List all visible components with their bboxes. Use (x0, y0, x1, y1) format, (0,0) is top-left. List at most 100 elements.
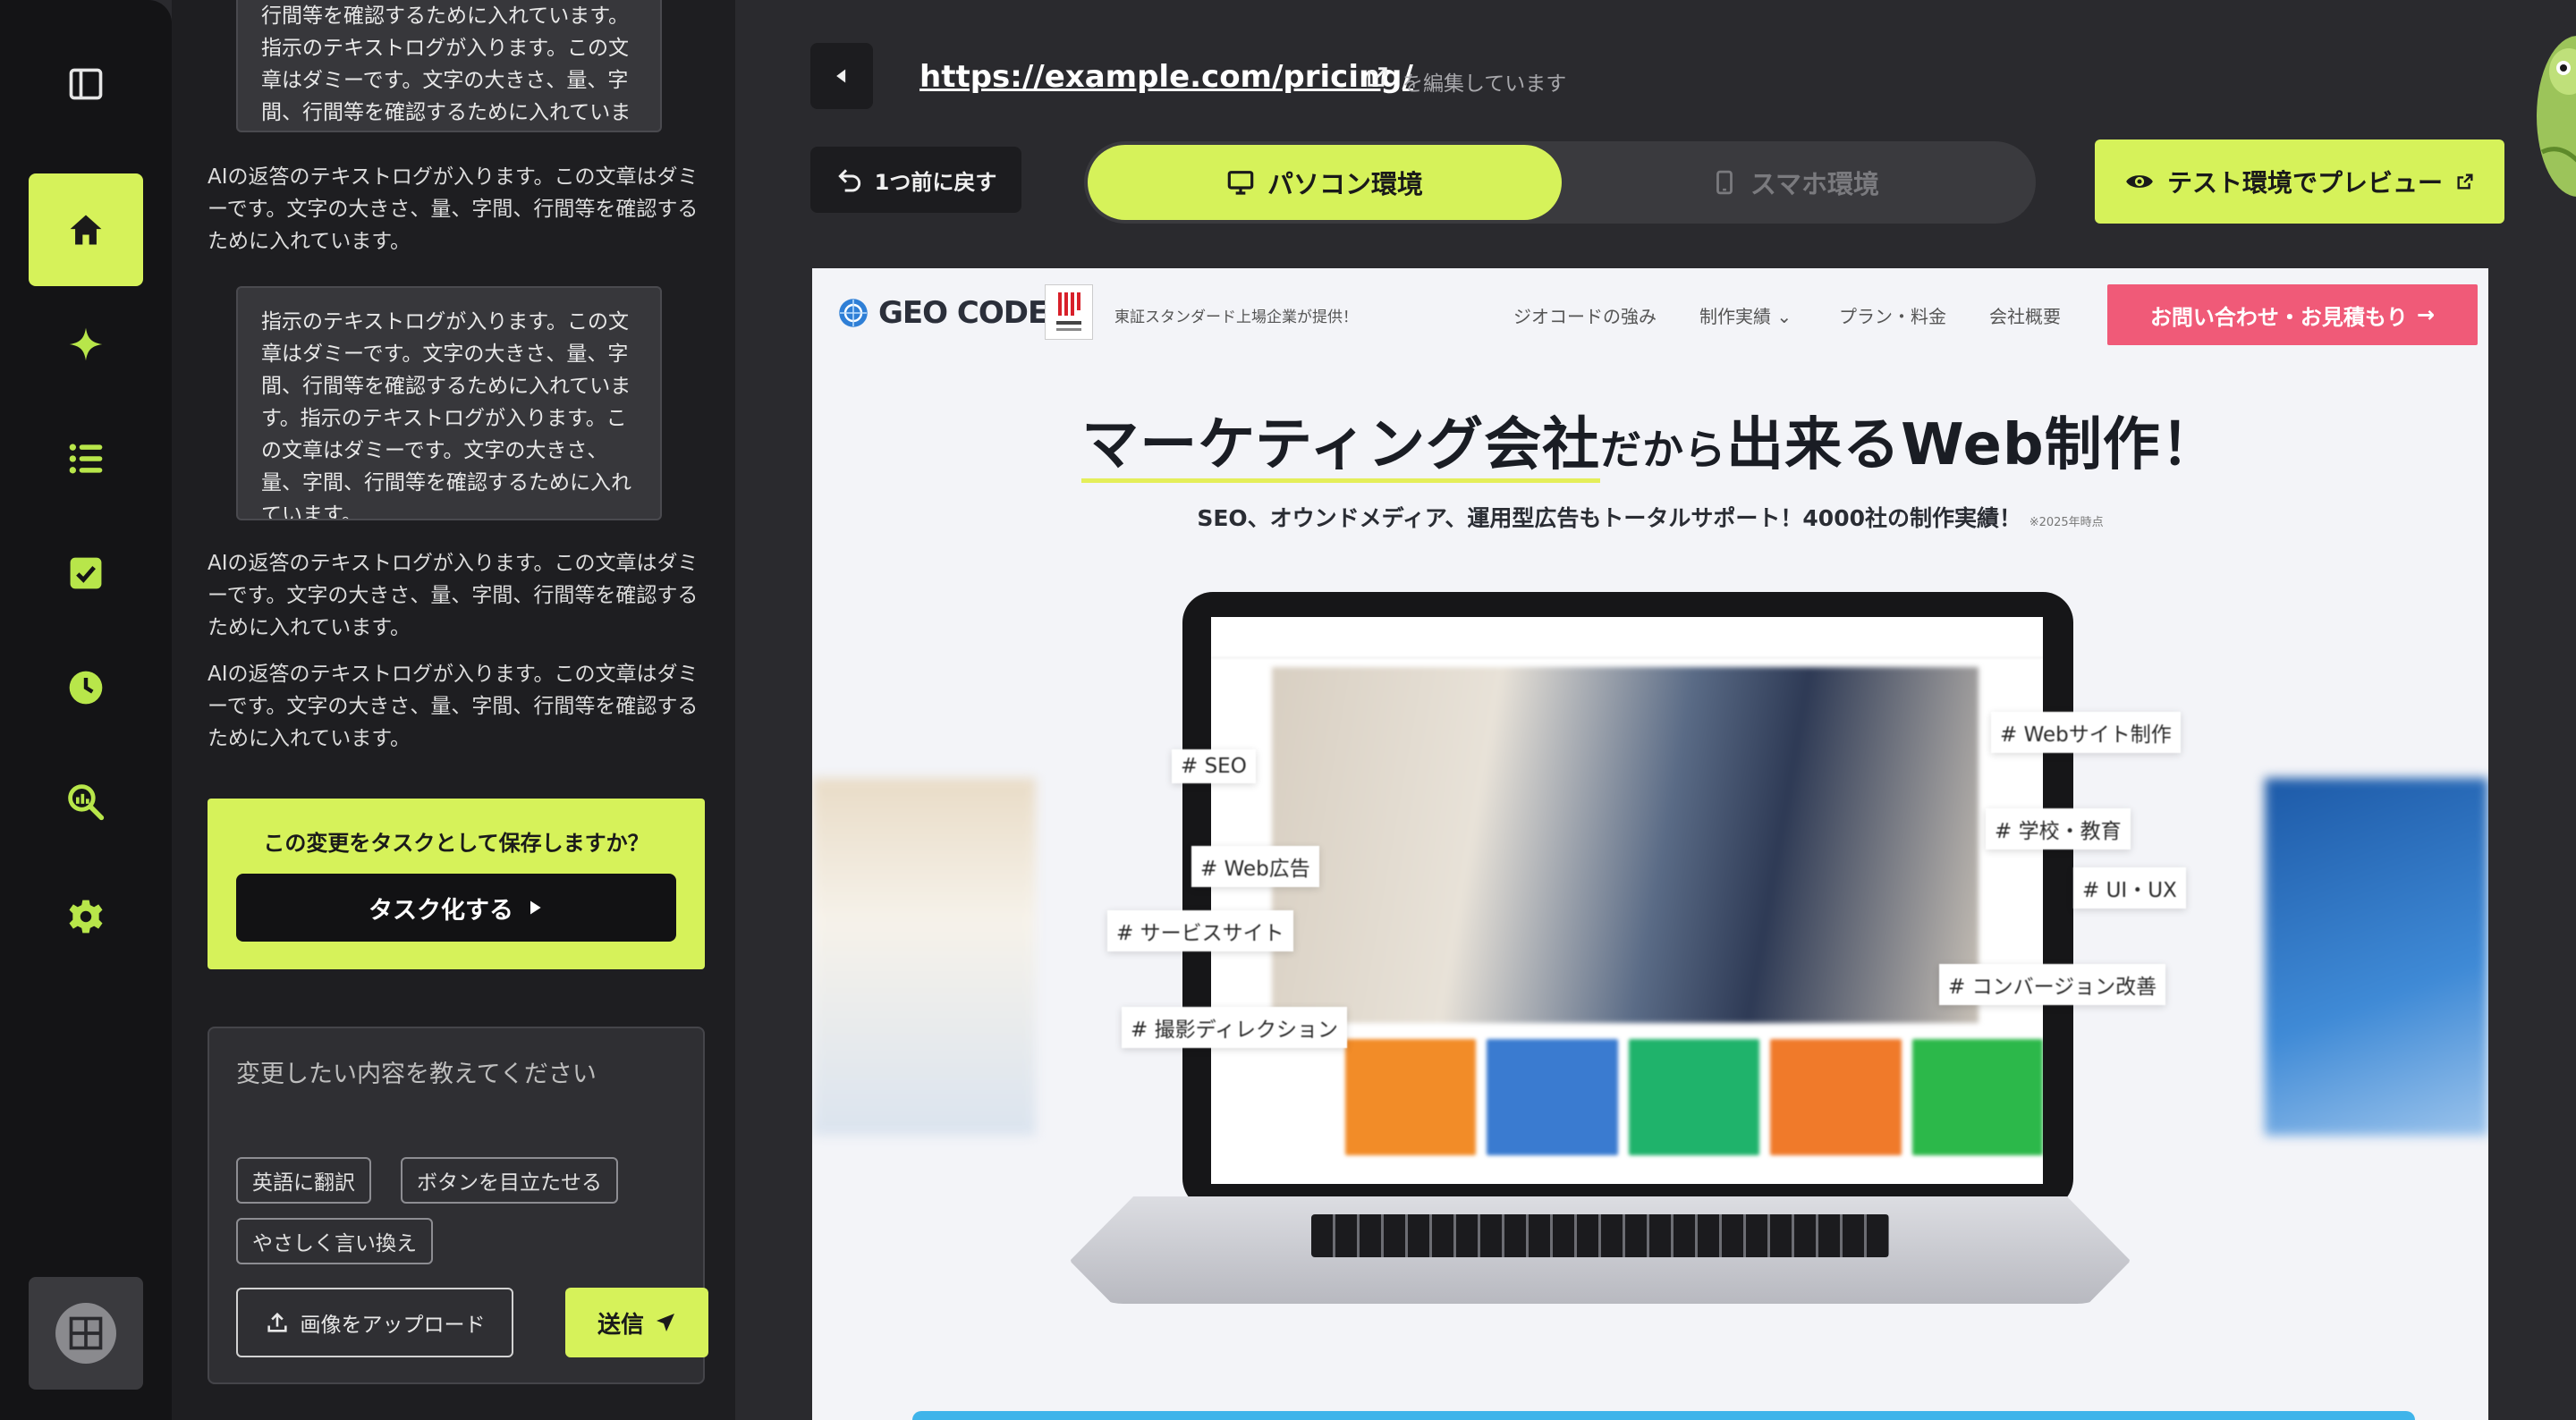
monitor-icon (1227, 171, 1254, 195)
site-nav-strengths[interactable]: ジオコードの強み (1513, 302, 1657, 328)
suggestion-chip-translate[interactable]: 英語に翻訳 (236, 1157, 371, 1204)
device-toggle: パソコン環境 スマホ環境 (1084, 141, 2036, 224)
hashtag-label: # サービスサイト (1107, 910, 1293, 951)
rail-item-list[interactable] (29, 402, 143, 515)
make-task-button[interactable]: タスク化する (236, 874, 676, 942)
ai-message: AIの返答のテキストログが入ります。この文章はダミーです。文字の大きさ、量、字間… (208, 552, 699, 639)
undo-label: 1つ前に戻す (874, 169, 997, 195)
hashtag-label: # SEO (1172, 749, 1256, 783)
sidebar-toggle-button[interactable] (29, 27, 143, 141)
paper-plane-icon (657, 1314, 674, 1331)
site-nav-company[interactable]: 会社概要 (1989, 302, 2061, 328)
rail-item-settings[interactable] (29, 860, 143, 973)
sparkle-icon (69, 327, 103, 361)
hero-title: マーケティング会社だから出来るWeb制作！ (812, 399, 2488, 483)
play-icon (530, 900, 541, 915)
home-icon (70, 215, 102, 245)
search-analytics-icon (68, 784, 105, 821)
ai-message: AIの返答のテキストログが入ります。この文章はダミーです。文字の大きさ、量、字間… (208, 663, 699, 750)
suggestion-chip-emphasize-button[interactable]: ボタンを目立たせる (401, 1157, 618, 1204)
jpx-badge-icon (1045, 284, 1093, 340)
site-logo[interactable]: GEO CODE (837, 295, 1048, 331)
laptop-keyboard (1311, 1214, 1889, 1257)
chat-panel: 行間等を確認するために入れています。指示のテキストログが入ります。この文章はダミ… (172, 0, 735, 1420)
tab-mobile-label: スマホ環境 (1750, 169, 1880, 199)
screen-banner-cards (1345, 1039, 2043, 1164)
hashtag-label: # Webサイト制作 (1991, 712, 2181, 753)
editing-note: を編集しています (1402, 72, 1567, 96)
site-nav-pricing[interactable]: プラン・料金 (1839, 302, 1946, 328)
hero-subtitle-text: SEO、オウンドメディア、運用型広告もトータルサポート！4000社の制作実績！ (1197, 505, 2021, 531)
gear-icon (69, 900, 103, 934)
site-contact-button[interactable]: お問い合わせ・お見積もり → (2107, 284, 2478, 345)
hashtag-label: # UI・UX (2073, 867, 2186, 909)
undo-button[interactable]: 1つ前に戻す (810, 147, 1021, 213)
hero-subtitle-note: ※2025年時点 (2029, 516, 2104, 529)
avatar (55, 1303, 116, 1364)
checkbox-icon (70, 557, 102, 589)
test-preview-label: テスト環境でプレビュー (2166, 168, 2443, 198)
tab-desktop[interactable]: パソコン環境 (1088, 145, 1562, 220)
sidebar-panel-icon (69, 68, 103, 100)
message-composer: 英語に翻訳 ボタンを目立たせる やさしく言い換え 画像をアップロード 送信 (208, 1027, 708, 1384)
user-message: 行間等を確認するために入れています。指示のテキストログが入ります。この文章はダミ… (236, 0, 662, 132)
rail-item-sparkle[interactable] (29, 288, 143, 401)
message-input[interactable] (236, 1061, 674, 1088)
grid-icon (69, 1316, 103, 1350)
clock-icon (69, 671, 103, 705)
user-message: 指示のテキストログが入ります。この文章はダミーです。文字の大きさ、量、字間、行間… (236, 286, 662, 520)
hashtag-label: # 撮影ディレクション (1122, 1007, 1347, 1048)
rail-item-analytics[interactable] (29, 746, 143, 858)
chevron-down-icon: ⌄ (1776, 306, 1792, 327)
test-preview-button[interactable]: テスト環境でプレビュー (2095, 139, 2504, 224)
website-preview: GEO CODE 東証スタンダード上場企業が提供！ ジオコードの強み 制作実績 … (812, 268, 2488, 1420)
hashtag-label: # Web広告 (1191, 846, 1319, 887)
site-nav-works-label: 制作実績 (1699, 306, 1771, 327)
task-question: この変更をタスクとして保存しますか？ (263, 831, 649, 856)
portfolio-shot-left (812, 778, 1036, 1136)
rail-item-tasks[interactable] (29, 517, 143, 630)
mascot-character-icon (2537, 36, 2576, 197)
make-task-label: タスク化する (369, 896, 513, 925)
hero-title-b: だから (1600, 426, 1727, 474)
arrow-right-icon: → (2416, 302, 2436, 327)
smartphone-icon (1716, 170, 1733, 195)
caret-left-icon (836, 69, 846, 83)
send-button[interactable]: 送信 (565, 1288, 708, 1357)
upload-icon (267, 1312, 287, 1332)
list-icon (69, 444, 103, 474)
ai-message: AIの返答のテキストログが入ります。この文章はダミーです。文字の大きさ、量、字間… (208, 165, 699, 253)
site-header: GEO CODE 東証スタンダード上場企業が提供！ ジオコードの強み 制作実績 … (812, 268, 2488, 376)
send-label: 送信 (597, 1311, 644, 1339)
screen-hero-photo (1272, 667, 1979, 1023)
tab-mobile[interactable]: スマホ環境 (1558, 145, 2032, 220)
external-link-icon[interactable] (1365, 64, 1390, 89)
back-button[interactable] (810, 43, 873, 109)
portfolio-shot-right (2265, 778, 2488, 1136)
eye-icon (2126, 175, 2153, 188)
icon-rail (0, 0, 172, 1420)
hashtag-label: # 学校・教育 (1986, 808, 2131, 849)
save-as-task-card: この変更をタスクとして保存しますか？ タスク化する (208, 799, 705, 969)
hero-subtitle: SEO、オウンドメディア、運用型広告もトータルサポート！4000社の制作実績！ … (812, 501, 2488, 533)
hero-title-a: マーケティング会社 (1081, 412, 1601, 483)
upload-image-button[interactable]: 画像をアップロード (236, 1288, 513, 1357)
rail-item-history[interactable] (29, 631, 143, 744)
hero-title-c: 出来るWeb制作！ (1726, 412, 2219, 478)
tab-desktop-label: パソコン環境 (1267, 169, 1423, 199)
page-url-link[interactable]: https://example.com/pricing/ (919, 59, 1413, 95)
preview-bottom-band (912, 1411, 2415, 1420)
site-tagline: 東証スタンダード上場企業が提供！ (1114, 309, 1358, 326)
site-contact-label: お問い合わせ・お見積もり (2149, 304, 2408, 330)
site-nav-works[interactable]: 制作実績 ⌄ (1699, 302, 1792, 328)
upload-label: 画像をアップロード (300, 1314, 486, 1337)
site-logo-text: GEO CODE (878, 295, 1048, 331)
undo-icon (837, 169, 860, 192)
external-link-icon (2457, 173, 2473, 190)
laptop-screen (1211, 617, 2043, 1184)
hashtag-label: # コンバージョン改善 (1939, 964, 2166, 1005)
rail-bottom-button[interactable] (29, 1277, 143, 1390)
globe-logo-icon (839, 299, 868, 327)
rail-item-home[interactable] (29, 173, 143, 286)
suggestion-chip-simplify[interactable]: やさしく言い換え (236, 1218, 433, 1264)
